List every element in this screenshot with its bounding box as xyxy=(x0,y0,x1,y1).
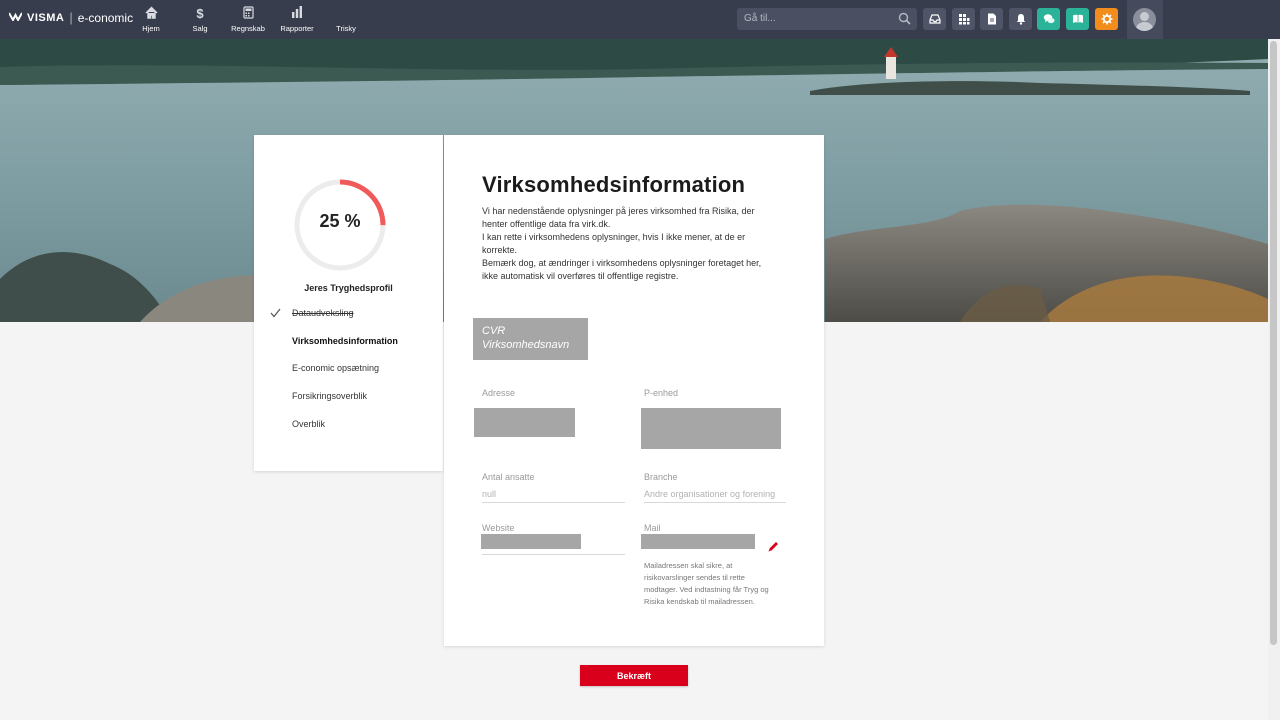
description-line: korrekte. xyxy=(482,245,518,255)
p-unit-field-redacted[interactable] xyxy=(641,408,781,449)
mail-note: Mailadressen skal sikre, at risikovarsli… xyxy=(644,560,794,608)
settings-button[interactable] xyxy=(1095,8,1118,30)
chat-icon xyxy=(1043,14,1054,24)
search-icon[interactable] xyxy=(898,12,911,25)
document-button[interactable] xyxy=(980,8,1003,30)
description-line: ikke automatisk vil overføres til offent… xyxy=(482,271,679,281)
chat-button[interactable] xyxy=(1037,8,1060,30)
nav-label: Trisky xyxy=(336,24,356,33)
website-label: Website xyxy=(482,523,515,533)
nav-rapporter[interactable]: Rapporter xyxy=(275,6,319,33)
profile-progress-panel: 25 % Jeres Tryghedsprofil Dataudveksling… xyxy=(254,135,443,471)
top-bar: VISMA | e-conomic Hjem $ Salg Regnskab R… xyxy=(0,0,1280,39)
search-placeholder: Gå til... xyxy=(744,13,776,24)
page-scrollbar[interactable] xyxy=(1268,39,1280,720)
gear-icon xyxy=(1101,13,1112,25)
mail-note-line: Mailadressen skal sikre, at xyxy=(644,561,733,570)
address-field-redacted[interactable] xyxy=(474,408,575,437)
p-unit-label: P-enhed xyxy=(644,388,679,398)
inbox-icon xyxy=(928,14,941,24)
description-line: Vi har nedenstående oplysninger på jeres… xyxy=(482,206,755,216)
cvr-company-redacted: CVR Virksomhedsnavn xyxy=(473,318,588,360)
book-icon xyxy=(1072,14,1083,23)
help-book-button[interactable] xyxy=(1066,8,1089,30)
pencil-icon[interactable] xyxy=(767,540,780,553)
nav-regnskab[interactable]: Regnskab xyxy=(226,6,270,33)
step-dataudveksling[interactable]: Dataudveksling xyxy=(292,308,354,318)
visma-mark-icon xyxy=(8,12,23,24)
bar-chart-icon xyxy=(275,6,319,22)
logo-separator: | xyxy=(69,10,73,25)
brand-name: VISMA xyxy=(27,11,65,24)
step-virksomhedsinformation[interactable]: Virksomhedsinformation xyxy=(292,336,398,346)
mail-note-line: Risika kendskab til mailadressen. xyxy=(644,597,755,606)
description-line: henter offentlige data fra virk.dk. xyxy=(482,219,611,229)
trisky-icon xyxy=(324,6,368,22)
description-line: Bemærk dog, at ændringer i virksomhedens… xyxy=(482,258,762,268)
nav-label: Rapporter xyxy=(280,24,314,33)
home-icon xyxy=(129,6,173,22)
bell-icon xyxy=(1016,14,1025,25)
document-icon xyxy=(987,13,996,25)
nav-trisky[interactable]: Trisky xyxy=(324,6,368,33)
employees-label: Antal ansatte xyxy=(482,472,535,482)
mail-note-line: modtager. Ved indtastning får Tryg og xyxy=(644,585,769,594)
confirm-button[interactable]: Bekræft xyxy=(580,665,688,686)
industry-label: Branche xyxy=(644,472,678,482)
step-forsikringsoverblik[interactable]: Forsikringsoverblik xyxy=(292,391,367,401)
lighthouse-icon xyxy=(886,57,896,79)
description-line: I kan rette i virksomhedens oplysninger,… xyxy=(482,232,746,242)
visma-logo[interactable]: VISMA | e-conomic xyxy=(8,10,134,25)
scrollbar-thumb[interactable] xyxy=(1270,41,1277,645)
nav-label: Regnskab xyxy=(231,24,265,33)
calculator-icon xyxy=(226,6,270,22)
nav-hjem[interactable]: Hjem xyxy=(129,6,173,33)
employees-input[interactable]: null xyxy=(482,489,625,503)
website-field-redacted[interactable] xyxy=(481,534,581,549)
checkmark-icon xyxy=(270,308,281,318)
apps-icon xyxy=(958,14,969,25)
step-economic-opsaetning[interactable]: E-conomic opsætning xyxy=(292,363,379,373)
profile-title: Jeres Tryghedsprofil xyxy=(304,283,393,293)
address-label: Adresse xyxy=(482,388,516,398)
nav-label: Hjem xyxy=(142,24,160,33)
website-underline xyxy=(482,554,625,555)
user-menu[interactable] xyxy=(1127,0,1163,39)
dollar-icon: $ xyxy=(196,6,204,21)
mail-note-line: risikovarslinger sendes til rette xyxy=(644,573,745,582)
company-info-panel: Virksomhedsinformation Vi har nedenståen… xyxy=(444,135,824,646)
step-overblik[interactable]: Overblik xyxy=(292,419,325,429)
product-name: e-conomic xyxy=(77,10,134,25)
page-title: Virksomhedsinformation xyxy=(482,172,746,197)
page-description: Vi har nedenstående oplysninger på jeres… xyxy=(482,205,792,283)
apps-button[interactable] xyxy=(952,8,975,30)
progress-percentage: 25 % xyxy=(319,211,361,231)
inbox-button[interactable] xyxy=(923,8,946,30)
avatar[interactable] xyxy=(1133,8,1156,31)
notifications-button[interactable] xyxy=(1009,8,1032,30)
nav-label: Salg xyxy=(192,24,208,33)
search-input[interactable]: Gå til... xyxy=(737,8,917,30)
mail-label: Mail xyxy=(644,523,661,533)
company-name-label: Virksomhedsnavn xyxy=(482,339,570,351)
industry-input[interactable]: Andre organisationer og forening xyxy=(644,489,786,503)
cvr-label: CVR xyxy=(482,325,506,337)
mail-field-redacted[interactable] xyxy=(641,534,755,549)
nav-salg[interactable]: $ Salg xyxy=(178,6,222,33)
